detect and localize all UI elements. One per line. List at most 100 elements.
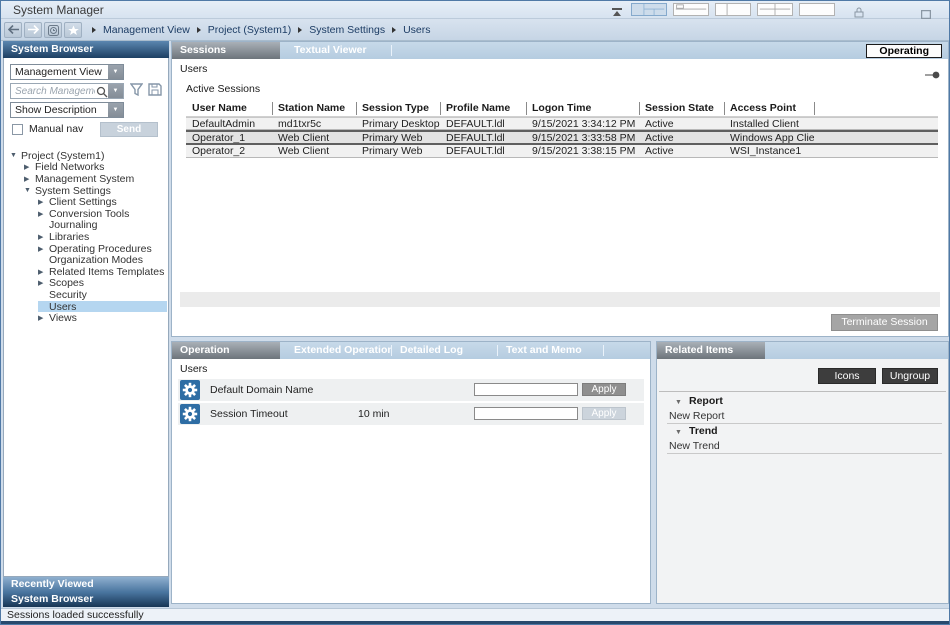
tab-textual-viewer[interactable]: Textual Viewer (286, 42, 391, 59)
view-dropdown-value: Management View (15, 65, 107, 79)
tree-item-organization-modes[interactable]: Organization Modes (4, 254, 167, 266)
tree-item-libraries[interactable]: ▶Libraries (4, 231, 167, 243)
tree-collapsed-icon[interactable]: ▶ (38, 210, 49, 218)
column-header-user-name[interactable]: User Name (186, 100, 272, 116)
tab-detailed-log[interactable]: Detailed Log (392, 342, 497, 359)
tree-expanded-icon[interactable]: ▼ (24, 187, 35, 194)
recently-viewed-bar[interactable]: Recently Viewed (3, 577, 169, 592)
terminate-session-button[interactable]: Terminate Session (831, 314, 938, 331)
table-cell: DEFAULT.ldl (440, 145, 526, 157)
tree-item-system-settings[interactable]: ▼System Settings (4, 185, 167, 197)
related-group-report[interactable]: ▼Report (667, 394, 942, 409)
tab-sessions[interactable]: Sessions (172, 42, 280, 59)
tree-collapsed-icon[interactable]: ▶ (38, 314, 49, 322)
operating-button[interactable]: Operating (866, 44, 942, 58)
system-browser-tree: ▼Project (System1)▶Field Networks▶Manage… (4, 150, 167, 576)
forward-button[interactable] (24, 22, 42, 38)
favorites-star-icon[interactable] (64, 22, 82, 38)
tree-collapsed-icon[interactable]: ▶ (38, 279, 49, 287)
tab-extended-operation[interactable]: Extended Operation (286, 342, 391, 359)
gear-icon (180, 404, 200, 424)
back-button[interactable] (4, 22, 22, 38)
breadcrumb-item-system-settings[interactable]: System Settings (309, 24, 385, 36)
tree-collapsed-icon[interactable]: ▶ (24, 163, 35, 171)
tree-item-label: Operating Procedures (49, 243, 152, 255)
pin-icon[interactable] (925, 66, 940, 84)
history-icon[interactable] (44, 22, 62, 38)
filter-icon[interactable] (130, 83, 143, 101)
table-cell: Web Client (272, 145, 356, 157)
related-items-list: ▼ReportNew Report▼TrendNew Trend (667, 394, 942, 454)
column-header-session-state[interactable]: Session State (639, 100, 724, 116)
tree-collapsed-icon[interactable]: ▶ (38, 245, 49, 253)
tree-collapsed-icon[interactable]: ▶ (24, 175, 35, 183)
search-box: ▼ (10, 83, 124, 99)
save-icon[interactable] (148, 83, 162, 101)
description-dropdown[interactable]: Show Description ▼ (10, 102, 124, 118)
breadcrumb-item-project-system1[interactable]: Project (System1) (208, 24, 291, 36)
table-cell: 9/15/2021 3:34:12 PM (526, 118, 639, 129)
tab-operation[interactable]: Operation (172, 342, 280, 359)
tree-item-users[interactable]: Users (4, 301, 167, 313)
related-item-new-trend[interactable]: New Trend (667, 439, 942, 454)
tab-related-items[interactable]: Related Items (657, 342, 765, 359)
ungroup-button[interactable]: Ungroup (882, 368, 938, 384)
tree-item-client-settings[interactable]: ▶Client Settings (4, 196, 167, 208)
related-item-new-report[interactable]: New Report (667, 409, 942, 424)
column-header-access-point[interactable]: Access Point (724, 100, 814, 116)
tree-collapsed-icon[interactable]: ▶ (38, 198, 49, 206)
tree-collapsed-icon[interactable]: ▶ (38, 268, 49, 276)
tree-item-security[interactable]: Security (4, 289, 167, 301)
tree-item-field-networks[interactable]: ▶Field Networks (4, 162, 167, 174)
send-button[interactable]: Send (100, 122, 158, 137)
table-row-defaultadmin[interactable]: DefaultAdminmd1txr5cPrimary DesktopDEFAU… (186, 117, 938, 130)
default-domain-name-input[interactable] (474, 383, 578, 396)
horizontal-scrollbar[interactable] (180, 292, 940, 307)
tree-item-journaling[interactable]: Journaling (4, 220, 167, 232)
property-label: Default Domain Name (210, 379, 313, 401)
table-row-operator-1[interactable]: Operator_1Web ClientPrimary WebDEFAULT.l… (186, 130, 938, 145)
titlebar: System Manager (1, 1, 949, 19)
chevron-down-icon[interactable]: ▼ (108, 103, 123, 117)
layout-button-5[interactable] (799, 3, 835, 16)
tab-text-and-memo[interactable]: Text and Memo (498, 342, 603, 359)
tree-item-operating-procedures[interactable]: ▶Operating Procedures (4, 243, 167, 255)
tree-item-project-system1[interactable]: ▼Project (System1) (4, 150, 167, 162)
tree-item-management-system[interactable]: ▶Management System (4, 173, 167, 185)
tree-item-related-items-templates[interactable]: ▶Related Items Templates (4, 266, 167, 278)
icons-button[interactable]: Icons (818, 368, 876, 384)
tree-collapsed-icon[interactable]: ▶ (38, 233, 49, 241)
tree-item-views[interactable]: ▶Views (4, 312, 167, 324)
apply-button[interactable]: Apply (582, 407, 626, 420)
tree-item-content: ▶Operating Procedures (38, 243, 167, 255)
chevron-down-icon[interactable]: ▼ (108, 84, 123, 98)
group-expanded-icon[interactable]: ▼ (675, 425, 689, 440)
table-row-operator-2[interactable]: Operator_2Web ClientPrimary WebDEFAULT.l… (186, 145, 938, 158)
breadcrumb-item-users[interactable]: Users (403, 24, 430, 36)
layout-button-1[interactable] (631, 3, 667, 16)
column-header-logon-time[interactable]: Logon Time (526, 100, 639, 116)
session-timeout-input[interactable] (474, 407, 578, 420)
tree-item-label: Journaling (49, 219, 97, 231)
tree-item-scopes[interactable]: ▶Scopes (4, 278, 167, 290)
manual-nav-checkbox[interactable] (12, 124, 23, 135)
view-dropdown[interactable]: Management View ▼ (10, 64, 124, 80)
table-cell: 9/15/2021 3:38:15 PM (526, 145, 639, 157)
layout-button-2[interactable] (673, 3, 709, 16)
tree-item-content: ▶Related Items Templates (38, 266, 167, 278)
layout-button-3[interactable] (715, 3, 751, 16)
tree-item-conversion-tools[interactable]: ▶Conversion Tools (4, 208, 167, 220)
layout-button-4[interactable] (757, 3, 793, 16)
group-expanded-icon[interactable]: ▼ (675, 395, 689, 410)
breadcrumb-item-management-view[interactable]: Management View (103, 24, 190, 36)
column-header-session-type[interactable]: Session Type (356, 100, 440, 116)
description-dropdown-value: Show Description (15, 103, 107, 117)
chevron-down-icon[interactable]: ▼ (108, 65, 123, 79)
system-browser-bar[interactable]: System Browser (3, 592, 169, 607)
search-input[interactable] (11, 84, 95, 98)
column-header-profile-name[interactable]: Profile Name (440, 100, 526, 116)
tree-expanded-icon[interactable]: ▼ (10, 152, 21, 159)
column-header-station-name[interactable]: Station Name (272, 100, 356, 116)
related-group-trend[interactable]: ▼Trend (667, 424, 942, 439)
apply-button[interactable]: Apply (582, 383, 626, 396)
